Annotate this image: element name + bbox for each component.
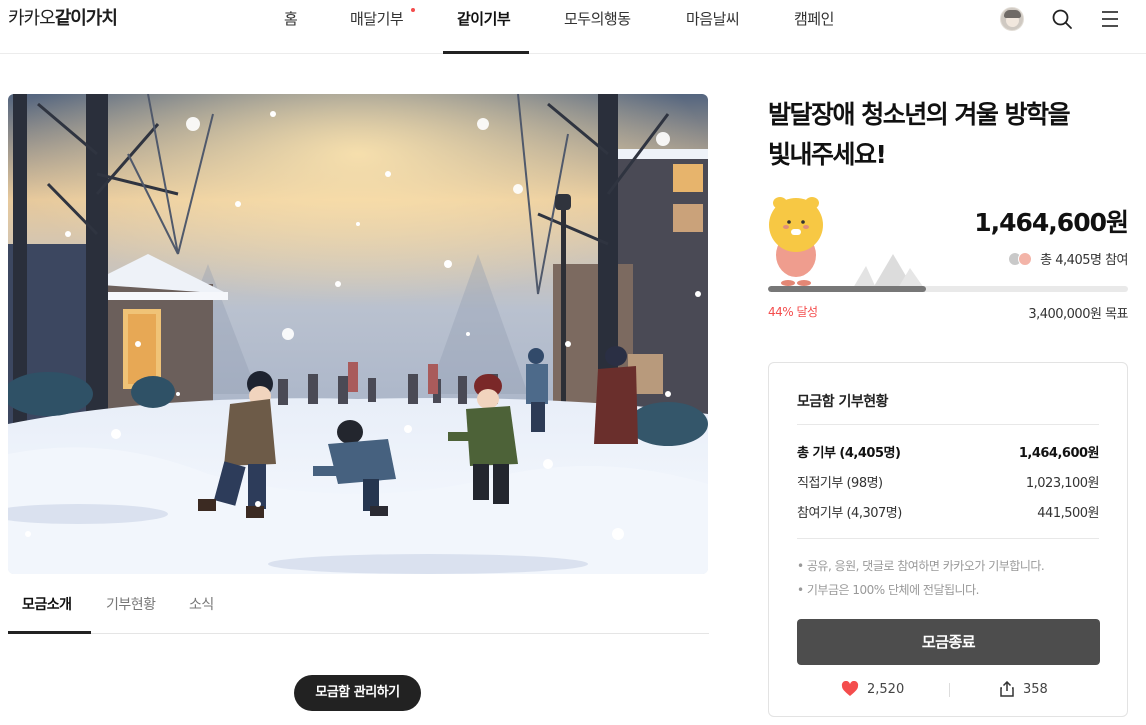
progress-bar — [768, 286, 1128, 292]
campaign-title: 발달장애 청소년의 겨울 방학을 빛내주세요! — [768, 100, 1071, 169]
search-icon[interactable] — [1051, 8, 1073, 30]
goal-amount: 3,400,000원 목표 — [1028, 307, 1128, 322]
nav-active-underline — [443, 51, 529, 54]
delivery-note: • 기부금은 100% 단체에 전달됩니다. — [797, 583, 979, 597]
share-icon — [1000, 681, 1014, 697]
nav-everyone-action[interactable]: 모두의행동 — [564, 8, 631, 30]
participants-count: 총 4,405명 참여 — [1008, 249, 1128, 268]
heart-icon — [841, 681, 859, 696]
new-badge-dot — [411, 8, 415, 12]
share-button[interactable]: 358 — [999, 681, 1048, 697]
status-box-title: 모금함 기부현황 — [797, 394, 889, 410]
nav-home[interactable]: 홈 — [284, 8, 298, 30]
direct-donation-row: 직접기부 (98명) 1,023,100원 — [797, 476, 1100, 491]
tab-introduction[interactable]: 모금소개 — [22, 594, 72, 614]
manage-fundraiser-button[interactable]: 모금함 관리하기 — [294, 675, 421, 711]
campaign-image — [8, 94, 708, 574]
nav-mind-weather[interactable]: 마음날씨 — [686, 8, 740, 30]
divider — [797, 424, 1099, 425]
content-tabs: 모금소개 기부현황 소식 — [8, 585, 709, 634]
progress-percent: 44% 달성 — [768, 305, 818, 319]
like-button[interactable]: 2,520 — [841, 681, 904, 697]
nav-together-donation[interactable]: 같이기부 — [457, 8, 511, 30]
raised-amount: 1,464,600원 — [974, 208, 1129, 237]
participation-donation-row: 참여기부 (4,307명) 441,500원 — [797, 506, 1099, 521]
progress-fill — [768, 286, 927, 292]
fundraising-ended-button[interactable]: 모금종료 — [797, 619, 1100, 665]
tab-active-underline — [8, 631, 91, 634]
tab-donation-status[interactable]: 기부현황 — [106, 594, 156, 614]
tab-news[interactable]: 소식 — [189, 594, 214, 614]
divider — [797, 538, 1099, 539]
divider — [949, 683, 950, 697]
nav-monthly-donation[interactable]: 매달기부 — [350, 8, 404, 30]
menu-icon[interactable] — [1100, 8, 1122, 30]
top-header: 카카오같이가치 홈 매달기부 같이기부 모두의행동 마음날씨 캠페인 — [0, 0, 1146, 54]
total-donation-row: 총 기부 (4,405명) 1,464,600원 — [797, 446, 1100, 461]
avatar[interactable] — [1000, 7, 1024, 31]
participation-note: • 공유, 응원, 댓글로 참여하면 카카오가 기부합니다. — [797, 559, 1045, 573]
donation-status-box: 모금함 기부현황 총 기부 (4,405명) 1,464,600원 직접기부 (… — [768, 362, 1128, 717]
nav-campaign[interactable]: 캠페인 — [794, 8, 834, 30]
participant-avatars-icon — [1008, 251, 1036, 267]
mascot-character-icon — [769, 197, 823, 286]
mountain-decoration-icon — [853, 254, 924, 288]
logo[interactable]: 카카오같이가치 — [8, 7, 118, 31]
